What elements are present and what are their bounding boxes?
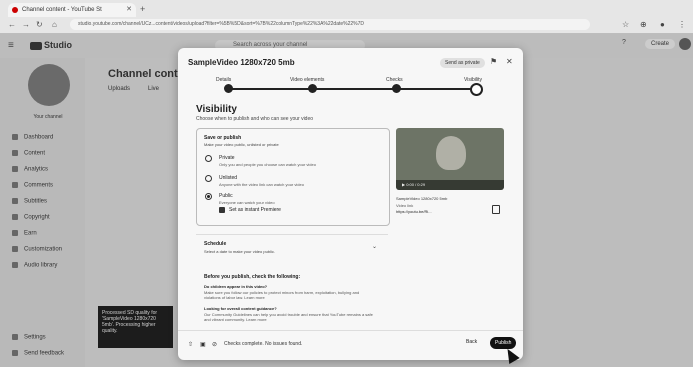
public-desc: Everyone can watch your video — [219, 200, 275, 205]
save-publish-title: Save or publish — [204, 135, 242, 141]
forward-icon[interactable]: → — [22, 20, 30, 29]
check-question: Looking for overall content guidance? — [204, 306, 277, 311]
video-link-label: Video link — [396, 203, 414, 208]
profile-icon[interactable]: ● — [660, 20, 665, 29]
video-preview[interactable]: ▶ 0:00 / 0:29 — [396, 128, 504, 190]
step-visibility-dot[interactable] — [470, 83, 483, 96]
step-checks-label[interactable]: Checks — [386, 77, 403, 83]
sidebar-item-dashboard[interactable]: Dashboard — [12, 134, 53, 141]
hd-icon[interactable]: ▣ — [200, 341, 206, 348]
stepper-line — [226, 88, 474, 90]
private-desc: Only you and people you choose can watch… — [219, 162, 316, 167]
visibility-heading: Visibility — [196, 104, 237, 115]
schedule-section[interactable]: Schedule Select a date to make your vide… — [196, 234, 388, 265]
dialog-footer: ⇧ ▣ ⊘ Checks complete. No issues found. … — [178, 330, 523, 361]
comments-icon — [12, 182, 18, 188]
customization-icon — [12, 246, 18, 252]
youtube-favicon-icon — [12, 7, 18, 13]
video-filename: SampleVideo 1280x720 5mb — [396, 196, 448, 201]
checks-complete-icon[interactable]: ⊘ — [212, 341, 217, 348]
sidebar-item-earn[interactable]: Earn — [12, 230, 37, 237]
unlisted-label[interactable]: Unlisted — [219, 175, 237, 181]
step-details-label[interactable]: Details — [216, 77, 231, 83]
audio-icon — [12, 262, 18, 268]
visibility-subtitle: Choose when to publish and who can see y… — [196, 116, 314, 122]
sidebar-item-copyright[interactable]: Copyright — [12, 214, 50, 221]
content-icon — [12, 150, 18, 156]
upload-dialog: SampleVideo 1280x720 5mb Send as private… — [178, 48, 523, 360]
account-avatar[interactable] — [679, 38, 691, 50]
create-button[interactable]: Create — [645, 39, 676, 49]
copy-icon[interactable] — [492, 205, 500, 214]
address-bar[interactable]: studio.youtube.com/channel/UCz...content… — [70, 19, 590, 30]
settings-icon — [12, 334, 18, 340]
step-details-dot[interactable] — [224, 84, 233, 93]
chevron-down-icon[interactable]: ⌄ — [372, 243, 377, 250]
schedule-title: Schedule — [204, 241, 227, 247]
analytics-icon — [12, 166, 18, 172]
private-label[interactable]: Private — [219, 155, 235, 161]
sidebar-item-comments[interactable]: Comments — [12, 182, 53, 189]
send-as-private-button[interactable]: Send as private — [440, 58, 485, 68]
channel-avatar[interactable] — [28, 64, 70, 106]
instant-premiere-checkbox[interactable] — [219, 207, 225, 213]
save-publish-subtitle: Make your video public, unlisted or priv… — [204, 142, 279, 147]
sidebar-item-subtitles[interactable]: Subtitles — [12, 198, 47, 205]
browser-toolbar: Channel content - YouTube St ✕ + ← → ↻ ⌂… — [0, 0, 693, 34]
save-or-publish-panel: Save or publish Make your video public, … — [196, 128, 390, 226]
dialog-title: SampleVideo 1280x720 5mb — [188, 58, 295, 67]
dashboard-icon — [12, 134, 18, 140]
video-thumbnail — [436, 136, 466, 170]
video-time: 0:00 / 0:29 — [406, 182, 426, 187]
checks-status: Checks complete. No issues found. — [224, 341, 303, 347]
youtube-logo-icon — [30, 41, 42, 50]
upload-icon[interactable]: ⇧ — [188, 341, 193, 348]
check-question: Do children appear in this video? — [204, 284, 268, 289]
close-icon[interactable]: ✕ — [506, 57, 513, 66]
public-label[interactable]: Public — [219, 193, 233, 199]
unlisted-desc: Anyone with the video link can watch you… — [219, 182, 304, 187]
copyright-icon — [12, 214, 18, 220]
help-icon[interactable]: ? — [622, 39, 626, 46]
extensions-icon[interactable]: ⊕ — [640, 20, 647, 29]
browser-tab[interactable]: Channel content - YouTube St ✕ — [8, 3, 136, 17]
video-controls[interactable]: ▶ 0:00 / 0:29 — [396, 180, 504, 190]
home-icon[interactable]: ⌂ — [52, 20, 57, 29]
menu-icon[interactable]: ⋮ — [678, 20, 686, 29]
sidebar-item-analytics[interactable]: Analytics — [12, 166, 48, 173]
close-tab-icon[interactable]: ✕ — [126, 3, 132, 17]
channel-name: Your channel — [33, 114, 63, 120]
unlisted-radio[interactable] — [205, 175, 212, 182]
before-publish-heading: Before you publish, check the following: — [204, 274, 301, 280]
schedule-subtitle: Select a date to make your video public. — [204, 249, 275, 254]
step-visibility-label[interactable]: Visibility — [464, 77, 482, 83]
subtitles-icon — [12, 198, 18, 204]
step-checks-dot[interactable] — [392, 84, 401, 93]
check-description: Make sure you follow our policies to pro… — [204, 290, 360, 300]
bookmark-star-icon[interactable]: ☆ — [622, 20, 629, 29]
reload-icon[interactable]: ↻ — [36, 20, 43, 29]
sidebar-item-audio-library[interactable]: Audio library — [12, 262, 57, 269]
sidebar-item-settings[interactable]: Settings — [12, 334, 46, 341]
step-video-elements-dot[interactable] — [308, 84, 317, 93]
instant-premiere-label[interactable]: Set as instant Premiere — [229, 207, 281, 213]
feedback-flag-icon[interactable]: ⚑ — [490, 57, 497, 66]
public-radio[interactable] — [205, 193, 212, 200]
hamburger-menu-icon[interactable]: ≡ — [8, 40, 14, 51]
private-radio[interactable] — [205, 155, 212, 162]
sidebar-item-customization[interactable]: Customization — [12, 246, 62, 253]
earn-icon — [12, 230, 18, 236]
back-button[interactable]: Back — [466, 339, 477, 345]
check-description: Our Community Guidelines can help you av… — [204, 312, 373, 322]
feedback-icon — [12, 350, 18, 356]
browser-tab-title: Channel content - YouTube St — [22, 7, 102, 13]
sidebar-item-content[interactable]: Content — [12, 150, 45, 157]
studio-logo[interactable]: Studio — [30, 40, 72, 50]
sidebar-item-feedback[interactable]: Send feedback — [12, 350, 64, 357]
new-tab-icon[interactable]: + — [140, 4, 145, 14]
step-video-elements-label[interactable]: Video elements — [290, 77, 324, 83]
video-link[interactable]: https://youtu.be/Ri... — [396, 209, 432, 214]
back-icon[interactable]: ← — [8, 20, 16, 29]
